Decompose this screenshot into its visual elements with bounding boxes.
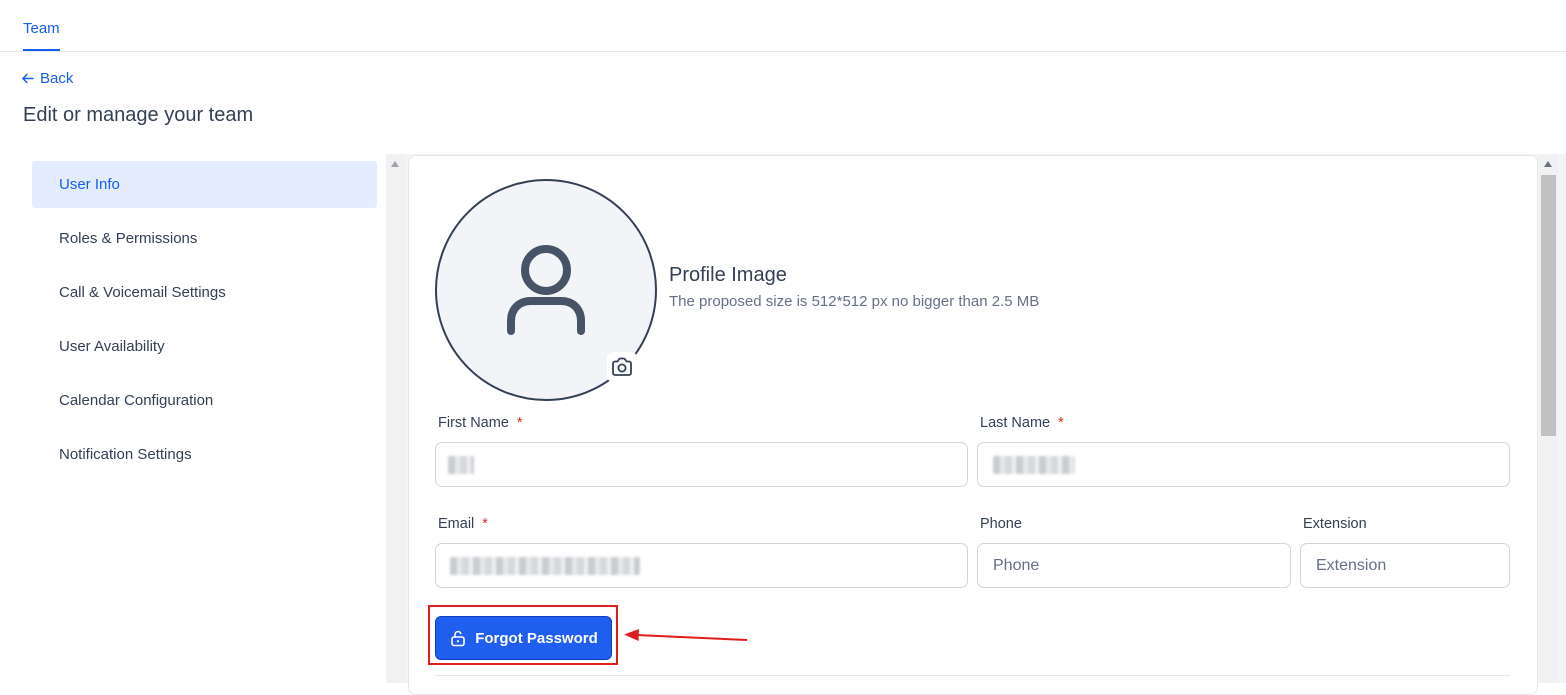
extension-label: Extension xyxy=(1303,516,1367,532)
redacted-value xyxy=(993,456,1075,474)
email-field[interactable] xyxy=(435,543,968,588)
forgot-password-label: Forgot Password xyxy=(475,629,598,647)
tab-active-indicator xyxy=(23,49,60,51)
sidebar-item-calendar-configuration[interactable]: Calendar Configuration xyxy=(32,377,377,424)
sidebar-item-roles-permissions[interactable]: Roles & Permissions xyxy=(32,215,377,262)
sidebar-item-user-info[interactable]: User Info xyxy=(32,161,377,208)
page-title: Edit or manage your team xyxy=(23,104,254,126)
camera-icon xyxy=(612,357,632,376)
email-label: Email * xyxy=(438,516,488,532)
tab-team[interactable]: Team xyxy=(23,20,60,37)
forgot-password-button[interactable]: Forgot Password xyxy=(435,616,612,660)
required-marker: * xyxy=(1058,415,1064,431)
right-scrollbar[interactable] xyxy=(1539,154,1558,683)
back-link[interactable]: Back xyxy=(21,70,73,87)
redacted-value xyxy=(450,557,640,575)
first-name-label: First Name * xyxy=(438,415,523,431)
unlock-icon xyxy=(451,630,466,647)
sidebar-item-label: Call & Voicemail Settings xyxy=(59,284,226,301)
red-arrow-icon xyxy=(624,629,748,641)
back-label: Back xyxy=(40,70,74,87)
extension-input[interactable] xyxy=(1300,543,1510,588)
sidebar-item-call-voicemail-settings[interactable]: Call & Voicemail Settings xyxy=(32,269,377,316)
required-marker: * xyxy=(482,516,488,532)
settings-sidebar: User Info Roles & Permissions Call & Voi… xyxy=(32,161,377,485)
sidebar-item-notification-settings[interactable]: Notification Settings xyxy=(32,431,377,478)
redacted-value xyxy=(448,456,474,474)
scrollbar-thumb[interactable] xyxy=(1541,175,1556,436)
phone-label: Phone xyxy=(980,516,1022,532)
upload-photo-button[interactable] xyxy=(607,352,637,382)
arrow-left-icon xyxy=(22,73,34,84)
profile-image-hint: The proposed size is 512*512 px no bigge… xyxy=(669,293,1040,310)
sidebar-item-label: Notification Settings xyxy=(59,446,192,463)
scroll-up-icon[interactable] xyxy=(391,161,399,167)
last-name-label: Last Name * xyxy=(980,415,1064,431)
last-name-field[interactable] xyxy=(977,442,1510,487)
sidebar-item-label: Calendar Configuration xyxy=(59,392,214,409)
phone-input[interactable] xyxy=(977,543,1291,588)
required-marker: * xyxy=(516,415,523,431)
user-icon xyxy=(507,245,585,335)
scroll-up-icon[interactable] xyxy=(1544,161,1552,167)
section-divider xyxy=(435,675,1510,676)
sidebar-item-label: Roles & Permissions xyxy=(59,230,198,247)
top-bar xyxy=(0,0,1566,52)
first-name-field[interactable] xyxy=(435,442,968,487)
sidebar-item-label: User Info xyxy=(59,176,120,193)
sidebar-item-user-availability[interactable]: User Availability xyxy=(32,323,377,370)
profile-image-title: Profile Image xyxy=(669,264,787,286)
left-scrollbar[interactable] xyxy=(386,154,405,683)
sidebar-item-label: User Availability xyxy=(59,338,165,355)
